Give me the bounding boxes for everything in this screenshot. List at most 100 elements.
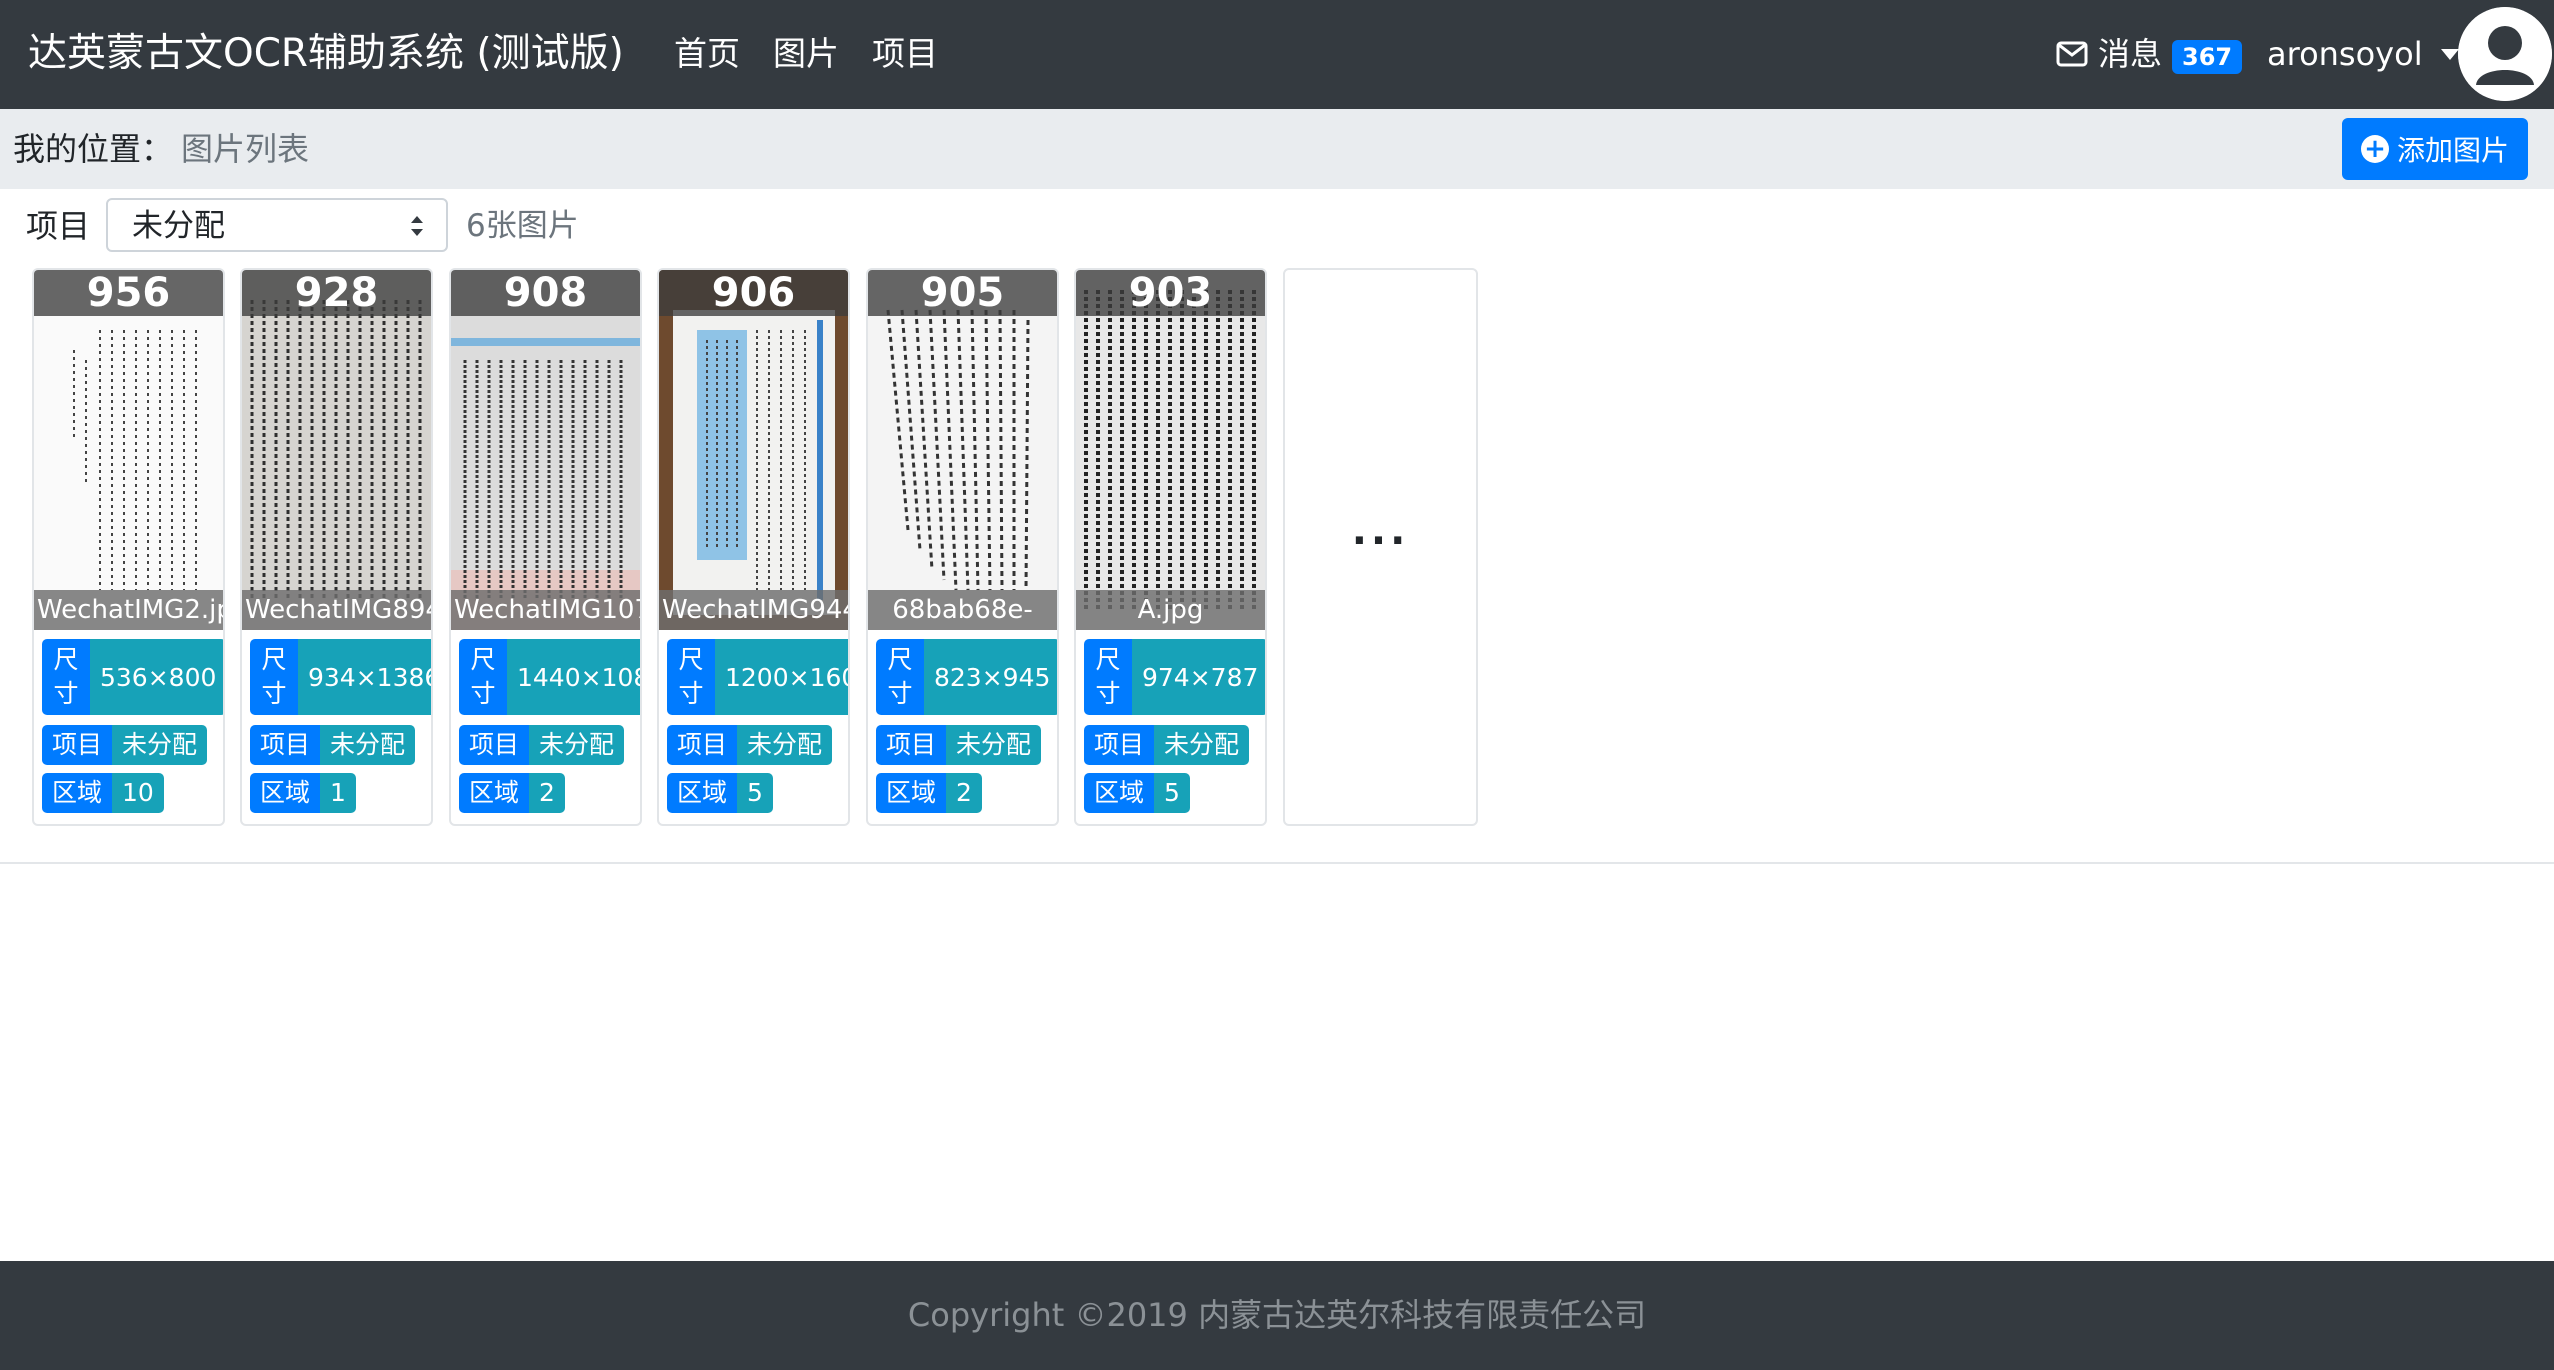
content-divider — [0, 862, 2554, 864]
add-image-button[interactable]: + 添加图片 — [2342, 118, 2528, 180]
select-arrows-icon — [411, 216, 423, 236]
image-filename: WechatIMG2.jp — [34, 590, 223, 630]
brand-title[interactable]: 达英蒙古文OCR辅助系统 (测试版) — [28, 28, 624, 80]
size-key: 寸 — [1095, 679, 1121, 708]
project-key: 项目 — [250, 725, 321, 765]
nav-links: 首页 图片 项目 — [674, 30, 971, 78]
image-card: 928 WechatIMG894 尺寸 934×1386 项目 未分配 区域 1 — [240, 268, 433, 826]
image-id: 928 — [242, 270, 431, 316]
size-badge: 尺寸 536×800 — [42, 639, 223, 715]
image-id: 956 — [34, 270, 223, 316]
area-badge: 区域 2 — [876, 773, 982, 813]
size-key: 尺 — [261, 645, 287, 674]
image-count: 6张图片 — [466, 208, 579, 244]
project-badge: 项目 未分配 — [459, 725, 625, 765]
area-key: 区域 — [876, 773, 947, 813]
project-badge: 项目 未分配 — [250, 725, 416, 765]
area-key: 区域 — [459, 773, 530, 813]
area-value: 1 — [320, 773, 356, 813]
area-key: 区域 — [667, 773, 738, 813]
image-id: 905 — [868, 270, 1057, 316]
project-value: 未分配 — [320, 725, 416, 765]
size-key: 寸 — [261, 679, 287, 708]
project-key: 项目 — [459, 725, 530, 765]
messages-label: 消息 — [2098, 35, 2163, 73]
image-id: 908 — [451, 270, 640, 316]
breadcrumb: 我的位置： 图片列表 + 添加图片 — [0, 109, 2554, 189]
envelope-icon — [2056, 41, 2088, 67]
image-filename: 68bab68e- — [868, 590, 1057, 630]
image-card: 905 68bab68e- 尺寸 823×945 项目 未分配 区域 2 — [866, 268, 1059, 826]
add-image-label: 添加图片 — [2396, 134, 2509, 167]
breadcrumb-label: 我的位置： — [13, 130, 174, 168]
breadcrumb-current: 图片列表 — [181, 130, 310, 168]
footer-copyright: Copyright ©2019 内蒙古达英尔科技有限责任公司 — [907, 1296, 1647, 1334]
username: aronsoyol — [2267, 35, 2423, 73]
project-value: 未分配 — [1154, 725, 1250, 765]
project-key: 项目 — [42, 725, 113, 765]
image-thumbnail[interactable]: 903 A.jpg — [1076, 270, 1265, 630]
image-filename: WechatIMG894 — [242, 590, 431, 630]
image-thumbnail[interactable]: 906 WechatIMG944 — [659, 270, 848, 630]
more-dots: ... — [1351, 508, 1410, 554]
project-select[interactable]: 未分配 — [106, 198, 448, 252]
project-key: 项目 — [876, 725, 947, 765]
load-more-card[interactable]: ... — [1283, 268, 1478, 826]
image-id: 906 — [659, 270, 848, 316]
area-value: 5 — [1154, 773, 1190, 813]
size-key: 尺 — [470, 645, 496, 674]
project-key: 项目 — [1084, 725, 1155, 765]
project-value: 未分配 — [529, 725, 625, 765]
area-badge: 区域 1 — [250, 773, 356, 813]
area-badge: 区域 5 — [667, 773, 773, 813]
size-key: 寸 — [53, 679, 79, 708]
messages-count-badge: 367 — [2172, 40, 2243, 74]
project-key: 项目 — [667, 725, 738, 765]
nav-link-home[interactable]: 首页 — [674, 30, 740, 78]
project-value: 未分配 — [112, 725, 208, 765]
size-key: 寸 — [678, 679, 704, 708]
image-card: 956 WechatIMG2.jp 尺寸 536×800 项目 未分配 区域 10 — [32, 268, 225, 826]
area-value: 2 — [529, 773, 565, 813]
area-key: 区域 — [42, 773, 113, 813]
size-key: 尺 — [678, 645, 704, 674]
size-value: 536×800 — [90, 639, 223, 715]
user-avatar-icon[interactable] — [2458, 7, 2552, 101]
size-key: 寸 — [470, 679, 496, 708]
area-key: 区域 — [1084, 773, 1155, 813]
area-value: 5 — [737, 773, 773, 813]
size-value: 974×787 — [1132, 639, 1265, 715]
image-thumbnail[interactable]: 928 WechatIMG894 — [242, 270, 431, 630]
image-thumbnail[interactable]: 956 WechatIMG2.jp — [34, 270, 223, 630]
project-badge: 项目 未分配 — [667, 725, 833, 765]
size-badge: 尺寸 974×787 — [1084, 639, 1265, 715]
image-filename: WechatIMG944 — [659, 590, 848, 630]
size-value: 1440×1080 — [507, 639, 640, 715]
image-filename: A.jpg — [1076, 590, 1265, 630]
image-id: 903 — [1076, 270, 1265, 316]
size-badge: 尺寸 1440×1080 — [459, 639, 640, 715]
size-key: 尺 — [1095, 645, 1121, 674]
size-value: 934×1386 — [298, 639, 431, 715]
size-badge: 尺寸 823×945 — [876, 639, 1057, 715]
top-navbar: 达英蒙古文OCR辅助系统 (测试版) 首页 图片 项目 消息 367 arons… — [0, 0, 2554, 109]
nav-link-projects[interactable]: 项目 — [872, 30, 938, 78]
nav-link-images[interactable]: 图片 — [773, 30, 839, 78]
project-badge: 项目 未分配 — [42, 725, 208, 765]
footer: Copyright ©2019 内蒙古达英尔科技有限责任公司 — [0, 1261, 2554, 1370]
size-value: 1200×1600 — [715, 639, 848, 715]
image-thumbnail[interactable]: 905 68bab68e- — [868, 270, 1057, 630]
image-thumbnail[interactable]: 908 WechatIMG107 — [451, 270, 640, 630]
area-badge: 区域 10 — [42, 773, 164, 813]
user-dropdown[interactable]: aronsoyol — [2267, 30, 2459, 78]
size-badge: 尺寸 1200×1600 — [667, 639, 848, 715]
area-value: 2 — [946, 773, 982, 813]
project-badge: 项目 未分配 — [1084, 725, 1250, 765]
project-select-value: 未分配 — [132, 208, 225, 244]
area-badge: 区域 5 — [1084, 773, 1190, 813]
messages-link[interactable]: 消息 367 — [2056, 30, 2243, 78]
size-key: 寸 — [887, 679, 913, 708]
image-card: 908 WechatIMG107 尺寸 1440×1080 项目未分配 区域2 — [449, 268, 642, 826]
size-badge: 尺寸 934×1386 — [250, 639, 431, 715]
project-badge: 项目 未分配 — [876, 725, 1042, 765]
